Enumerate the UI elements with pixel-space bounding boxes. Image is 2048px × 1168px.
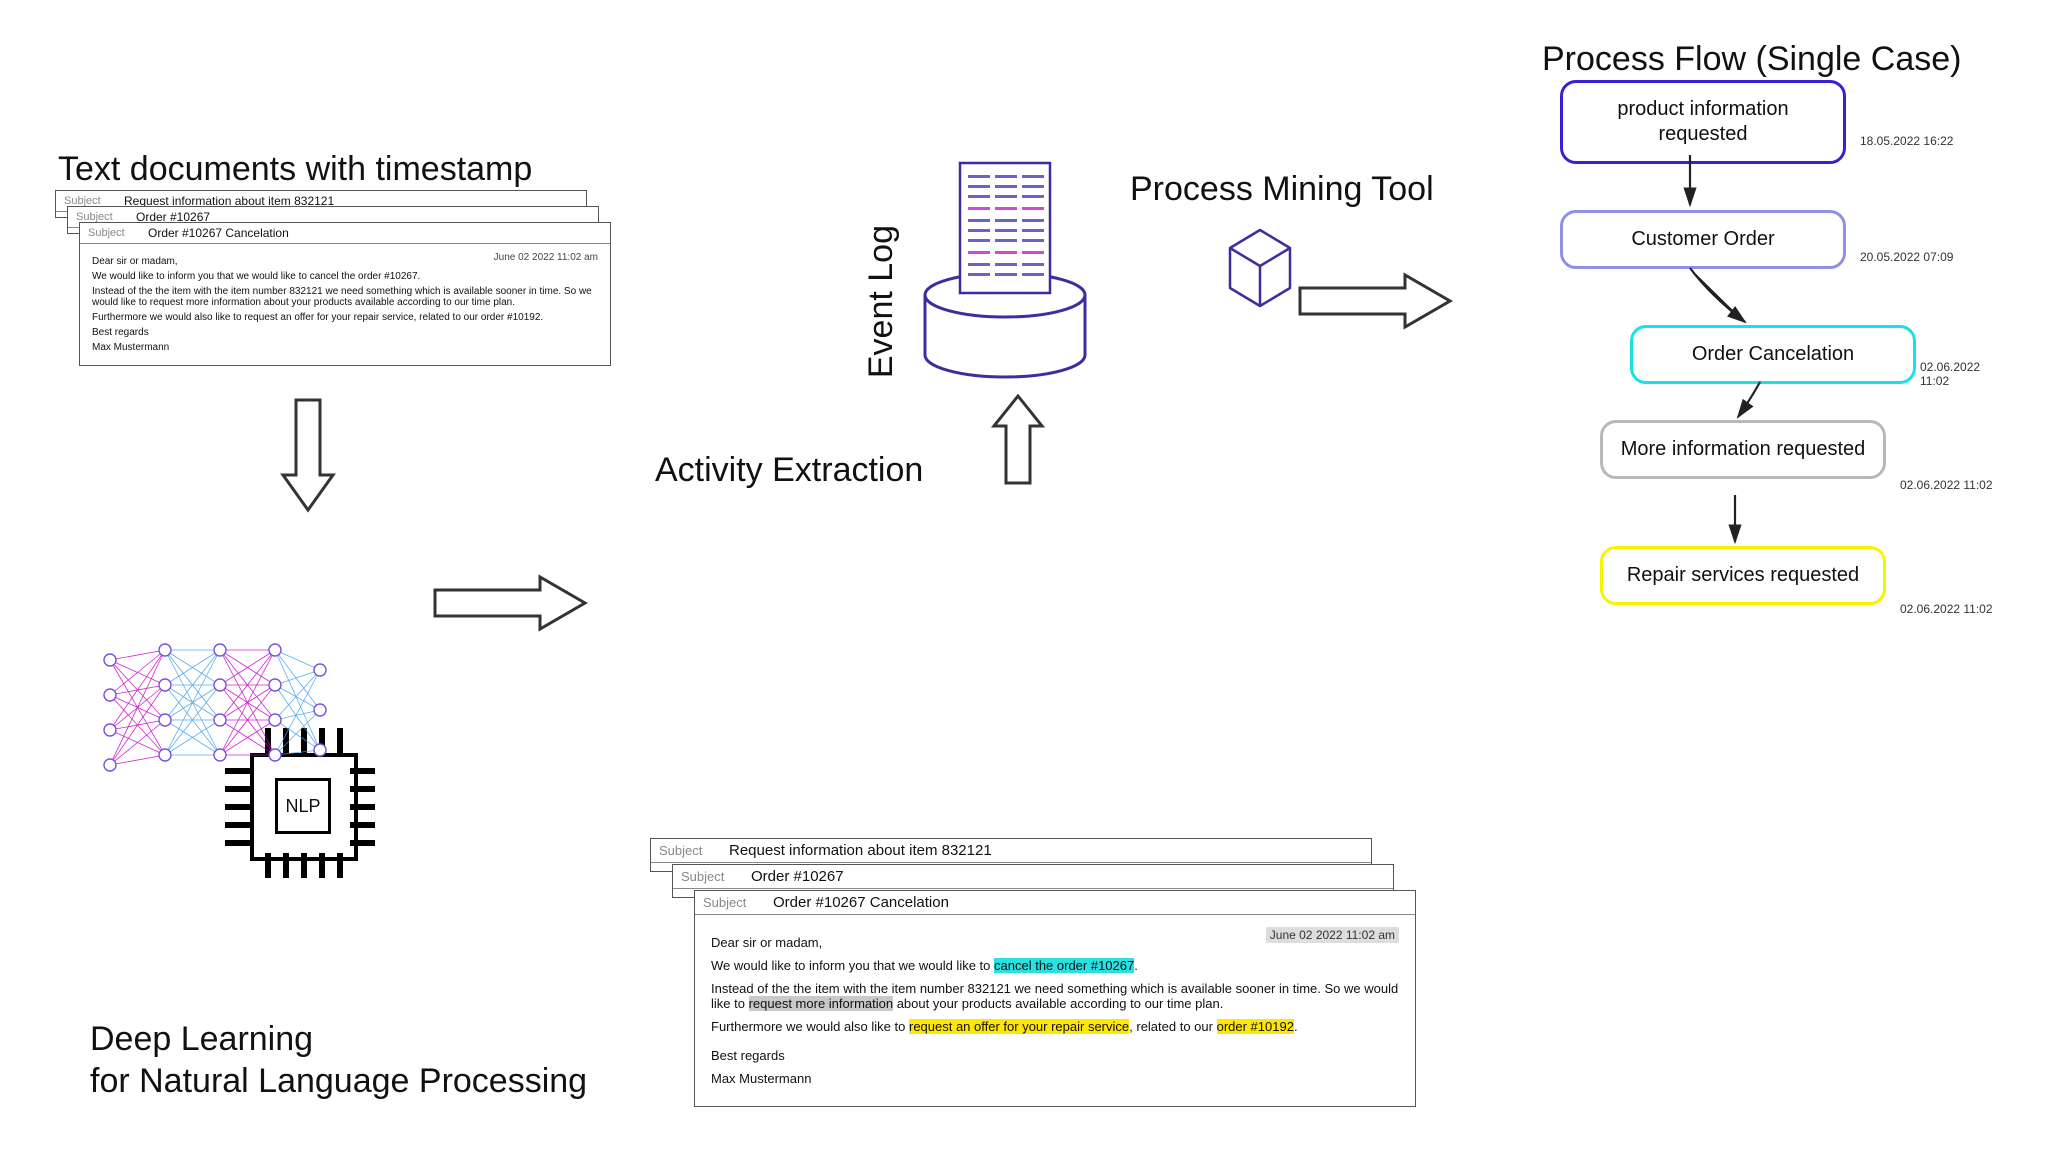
process-flow: product information requested 18.05.2022… xyxy=(1530,80,2010,800)
highlight-cyan: cancel the order #10267 xyxy=(994,958,1134,973)
subject-label: Subject xyxy=(659,843,729,858)
subject-label: Subject xyxy=(703,895,773,910)
email-line: Instead of the the item with the item nu… xyxy=(711,981,1399,1011)
email-line: We would like to inform you that we woul… xyxy=(92,271,598,282)
title-text-docs: Text documents with timestamp xyxy=(58,150,532,189)
email-line: Max Mustermann xyxy=(92,342,598,353)
highlight-yellow: order #10192 xyxy=(1217,1019,1294,1034)
highlight-yellow: request an offer for your repair service xyxy=(909,1019,1129,1034)
title-dl-2: for Natural Language Processing xyxy=(90,1062,587,1101)
email-date: June 02 2022 11:02 am xyxy=(494,252,598,263)
highlight-grey: request more information xyxy=(749,996,894,1011)
email-subject: Order #10267 Cancelation xyxy=(773,894,949,911)
title-process-mining-tool: Process Mining Tool xyxy=(1130,170,1434,209)
email-line: Instead of the the item with the item nu… xyxy=(92,286,598,308)
email-line: Furthermore we would also like to reques… xyxy=(711,1019,1399,1034)
email-subject: Order #10267 xyxy=(751,868,844,885)
chip-label: NLP xyxy=(285,796,320,817)
subject-label: Subject xyxy=(88,227,148,239)
subject-label: Subject xyxy=(681,869,751,884)
title-activity-extraction: Activity Extraction xyxy=(655,451,923,490)
email-date: June 02 2022 11:02 am xyxy=(1266,927,1399,943)
email-stack-extracted: SubjectRequest information about item 83… xyxy=(650,838,1410,1168)
email-line: Furthermore we would also like to reques… xyxy=(92,312,598,323)
email-line: Best regards xyxy=(92,327,598,338)
title-event-log: Event Log xyxy=(862,225,901,378)
arrow-up-icon xyxy=(990,393,1046,488)
title-dl-1: Deep Learning xyxy=(90,1020,313,1059)
email-line: Best regards xyxy=(711,1048,1399,1063)
neural-net-icon xyxy=(95,640,335,780)
email-subject: Request information about item 832121 xyxy=(729,842,992,859)
email-subject: Order #10267 Cancelation xyxy=(148,226,289,240)
email-line: Max Mustermann xyxy=(711,1071,1399,1086)
event-log-icon xyxy=(905,155,1105,385)
arrow-right-icon xyxy=(1295,270,1455,332)
cube-icon xyxy=(1215,218,1305,308)
arrow-right-icon xyxy=(430,572,590,634)
title-process-flow: Process Flow (Single Case) xyxy=(1542,40,1961,79)
email-stack-input: SubjectRequest information about item 83… xyxy=(55,190,595,390)
email-line: We would like to inform you that we woul… xyxy=(711,958,1399,973)
arrow-down-icon xyxy=(278,395,338,515)
